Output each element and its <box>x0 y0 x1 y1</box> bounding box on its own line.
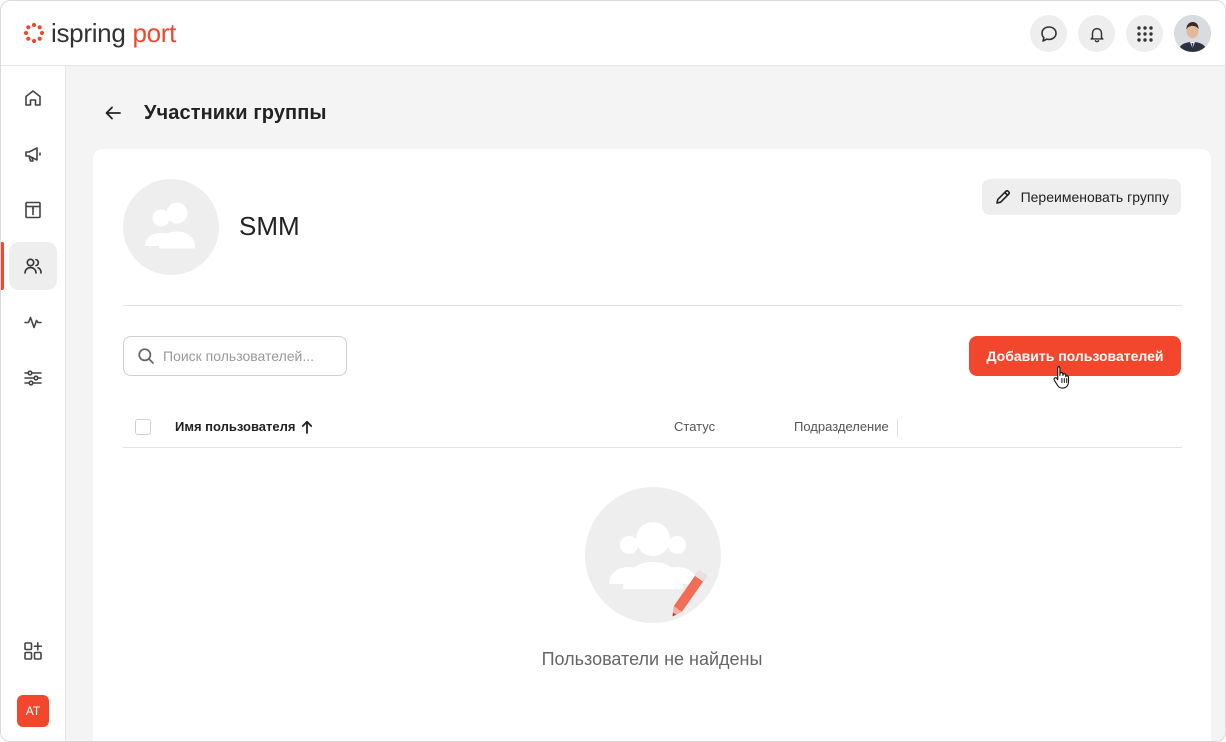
sliders-icon <box>24 370 42 386</box>
activity-icon <box>24 316 42 329</box>
column-name-label: Имя пользователя <box>175 419 296 434</box>
logo-word-port: port <box>132 18 177 48</box>
sidebar-item-users[interactable] <box>9 242 57 290</box>
arrow-left-icon <box>105 106 121 120</box>
home-icon <box>25 90 41 106</box>
rename-group-button[interactable]: Переименовать группу <box>981 179 1181 215</box>
group-card: SMM Переименовать группу Добавить пользо… <box>93 149 1211 741</box>
page-title: Участники группы <box>144 101 327 124</box>
sidebar-item-news[interactable] <box>9 130 57 178</box>
add-users-button[interactable]: Добавить пользователей <box>969 336 1181 376</box>
logo-text: ispring port <box>51 17 176 49</box>
search-box <box>123 336 347 376</box>
logo[interactable]: ispring port <box>23 17 176 49</box>
bell-icon <box>1089 27 1104 42</box>
rename-group-label: Переименовать группу <box>1020 189 1169 205</box>
top-bar: ispring port <box>1 1 1225 66</box>
megaphone-icon <box>25 147 41 162</box>
users-pencil-icon <box>609 522 708 617</box>
sort-ascending-icon <box>302 420 313 434</box>
chat-icon <box>1040 25 1057 42</box>
page-header: Участники группы <box>101 97 327 129</box>
group-name: SMM <box>239 211 300 241</box>
search-icon <box>138 348 154 364</box>
search-input[interactable] <box>163 348 333 364</box>
hand-cursor-icon <box>1053 365 1070 389</box>
select-all-checkbox[interactable] <box>135 419 151 435</box>
sidebar-item-settings[interactable] <box>9 354 57 402</box>
logo-word-ispring: ispring <box>51 18 126 48</box>
add-widget-icon <box>24 642 43 660</box>
logo-flower-icon <box>23 22 45 44</box>
info-board-icon <box>25 201 41 219</box>
sidebar-item-info[interactable] <box>9 186 57 234</box>
group-avatar <box>123 179 219 275</box>
users-icon <box>24 258 42 274</box>
column-header-name[interactable]: Имя пользователя <box>175 419 313 434</box>
top-actions <box>1030 15 1211 52</box>
empty-state-text: Пользователи не найдены <box>541 649 763 669</box>
chat-button[interactable] <box>1030 15 1067 52</box>
sidebar-item-analytics[interactable] <box>9 298 57 346</box>
apps-grid-icon <box>1136 25 1153 42</box>
back-button[interactable] <box>101 101 125 125</box>
user-initials-badge[interactable]: AT <box>17 695 49 727</box>
notifications-button[interactable] <box>1078 15 1115 52</box>
app-window: ispring port AT Участники группы SMM Пер… <box>0 0 1226 742</box>
user-photo <box>1174 15 1211 52</box>
divider <box>123 305 1182 306</box>
column-header-department[interactable]: Подразделение <box>794 419 898 437</box>
active-indicator <box>1 242 4 290</box>
sidebar-add-widget[interactable] <box>9 627 57 675</box>
table-header: Имя пользователя Статус Подразделение <box>123 407 1182 448</box>
pencil-icon <box>995 189 1010 204</box>
apps-button[interactable] <box>1126 15 1163 52</box>
user-avatar[interactable] <box>1174 15 1211 52</box>
empty-state-illustration <box>585 487 721 623</box>
sidebar-item-home[interactable] <box>9 74 57 122</box>
group-placeholder-icon <box>145 202 195 249</box>
sidebar: AT <box>1 66 66 741</box>
column-header-status[interactable]: Статус <box>674 419 715 434</box>
